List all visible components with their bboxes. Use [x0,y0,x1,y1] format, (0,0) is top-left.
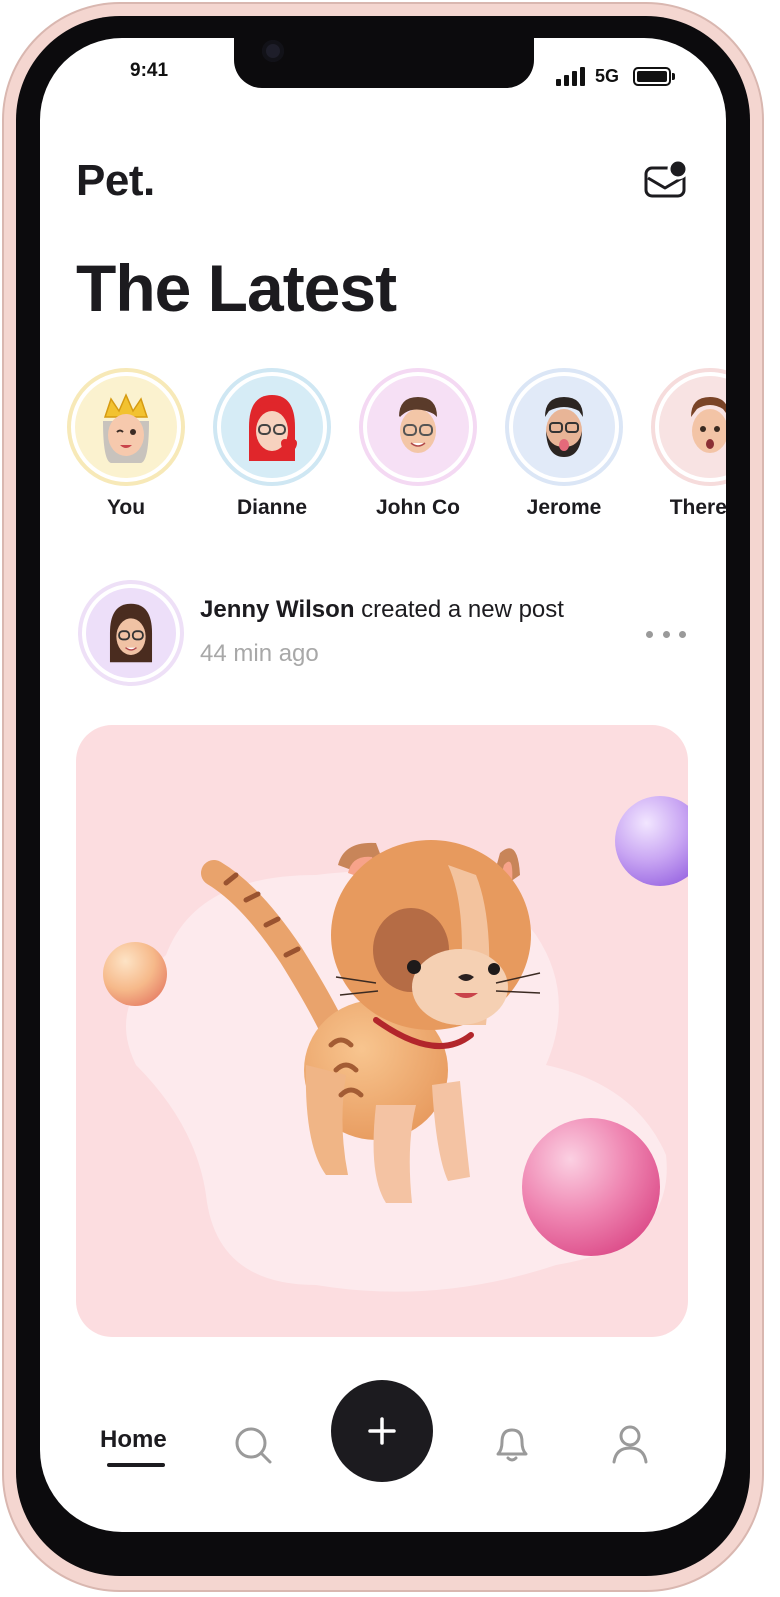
mail-notification-icon[interactable] [644,158,690,200]
kitten-illustration [103,796,688,1292]
post-action: created a new post [354,596,564,623]
story-dianne[interactable]: Dianne [202,368,342,520]
story-ring [359,368,477,486]
story-ring [651,368,726,486]
status-icons: 5G [556,66,676,86]
post-image-card[interactable] [76,725,688,1337]
memoji-crown-girl-icon [103,393,149,463]
story-ring [213,368,331,486]
post-author[interactable]: Jenny Wilson [200,596,354,623]
status-time: 9:41 [130,60,169,81]
memoji-jenny-icon [109,603,153,663]
create-post-button[interactable] [331,1380,433,1482]
story-label: Theresa [669,496,726,519]
avatar [367,376,469,478]
dot-icon [679,630,686,638]
post-timestamp: 44 min ago [200,640,319,667]
avatar [221,376,323,478]
profile-icon[interactable] [608,1422,652,1466]
battery-icon [633,67,676,86]
search-icon[interactable] [232,1424,276,1468]
avatar [513,376,615,478]
nav-home[interactable]: Home [100,1426,167,1454]
story-ring [505,368,623,486]
avatar [86,588,176,678]
post-author-avatar[interactable] [78,580,184,686]
bell-icon[interactable] [490,1422,534,1466]
dot-icon [662,630,670,638]
post-headline: Jenny Wilson created a new post [200,596,564,624]
memoji-red-hair-icon [249,395,297,461]
story-john-co[interactable]: John Co [348,368,488,520]
avatar [659,376,726,478]
page-title: The Latest [76,251,397,325]
memoji-beard-icon [545,397,583,457]
story-ring [67,368,185,486]
avatar [75,376,177,478]
story-label: Jerome [526,496,602,519]
story-label: Dianne [236,496,307,519]
nav-active-indicator [107,1463,165,1467]
story-theresa[interactable]: Theresa [640,368,726,520]
story-label: You [106,496,146,519]
memoji-surprised-icon [691,397,726,453]
story-you[interactable]: You [56,368,196,520]
more-options-button[interactable] [646,625,686,643]
dot-icon [646,630,653,638]
stories-row: You Dianne John Co Jerome There [40,368,726,538]
memoji-glasses-boy-icon [399,397,437,453]
story-label: John Co [376,496,460,519]
signal-icon [556,66,585,86]
brand-logo: Pet. [76,156,155,205]
plus-icon [368,1417,396,1445]
front-camera [262,40,284,62]
story-jerome[interactable]: Jerome [494,368,634,520]
network-label: 5G [595,66,620,86]
